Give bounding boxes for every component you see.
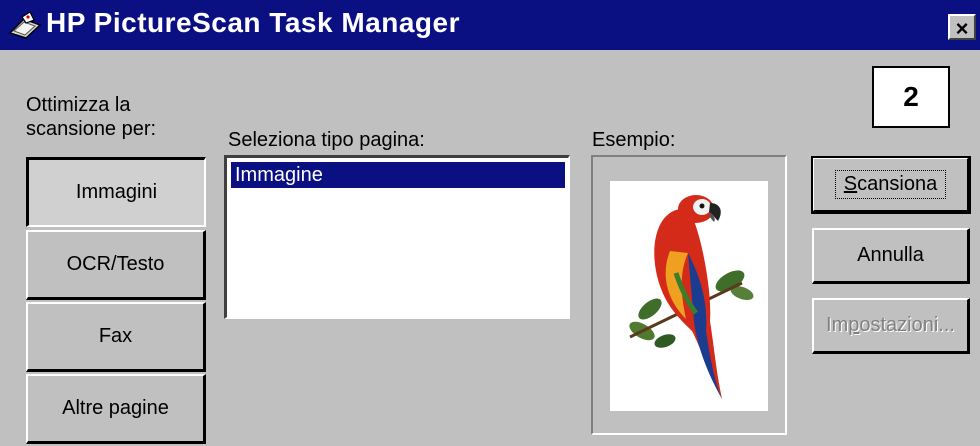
scanner-icon (8, 11, 42, 39)
parrot-illustration (629, 195, 754, 399)
title-bar: HP PictureScan Task Manager × (0, 0, 980, 50)
optimize-label: Ottimizza la scansione per: (26, 94, 157, 140)
page-type-item-immagine[interactable]: Immagine (231, 162, 565, 188)
optimize-fax-button[interactable]: Fax (26, 302, 206, 372)
step-number-badge: 2 (872, 66, 950, 128)
example-paper (610, 181, 768, 411)
close-icon: × (955, 16, 969, 41)
optimize-ocr-label: OCR/Testo (66, 253, 165, 275)
scan-button[interactable]: Scansiona (811, 156, 971, 214)
example-label: Esempio: (592, 129, 676, 151)
close-button[interactable]: × (948, 14, 976, 41)
optimize-other-pages-button[interactable]: Altre pagine (26, 374, 206, 444)
optimize-images-label: Immagini (75, 181, 158, 203)
optimize-ocr-button[interactable]: OCR/Testo (26, 230, 206, 300)
cancel-button[interactable]: Annulla (812, 228, 970, 284)
window-title: HP PictureScan Task Manager (46, 7, 460, 38)
cancel-label: Annulla (857, 244, 924, 266)
settings-label-pre: Im (826, 314, 849, 336)
example-preview (591, 155, 787, 435)
settings-accelerator: p (848, 314, 860, 336)
page-type-label: Seleziona tipo pagina: (228, 129, 425, 151)
scan-button-focus: Scansiona (834, 170, 947, 199)
settings-button[interactable]: Impostazioni... (812, 298, 970, 354)
optimize-other-pages-label: Altre pagine (62, 397, 169, 419)
settings-label-post: ostazioni... (859, 314, 955, 336)
scan-accelerator: S (843, 173, 858, 195)
optimize-images-button[interactable]: Immagini (26, 157, 206, 227)
settings-label: Impostazioni... (826, 314, 955, 337)
page-type-listbox[interactable]: Immagine (224, 155, 570, 319)
scan-label: cansiona (857, 173, 938, 195)
optimize-fax-label: Fax (98, 325, 133, 347)
